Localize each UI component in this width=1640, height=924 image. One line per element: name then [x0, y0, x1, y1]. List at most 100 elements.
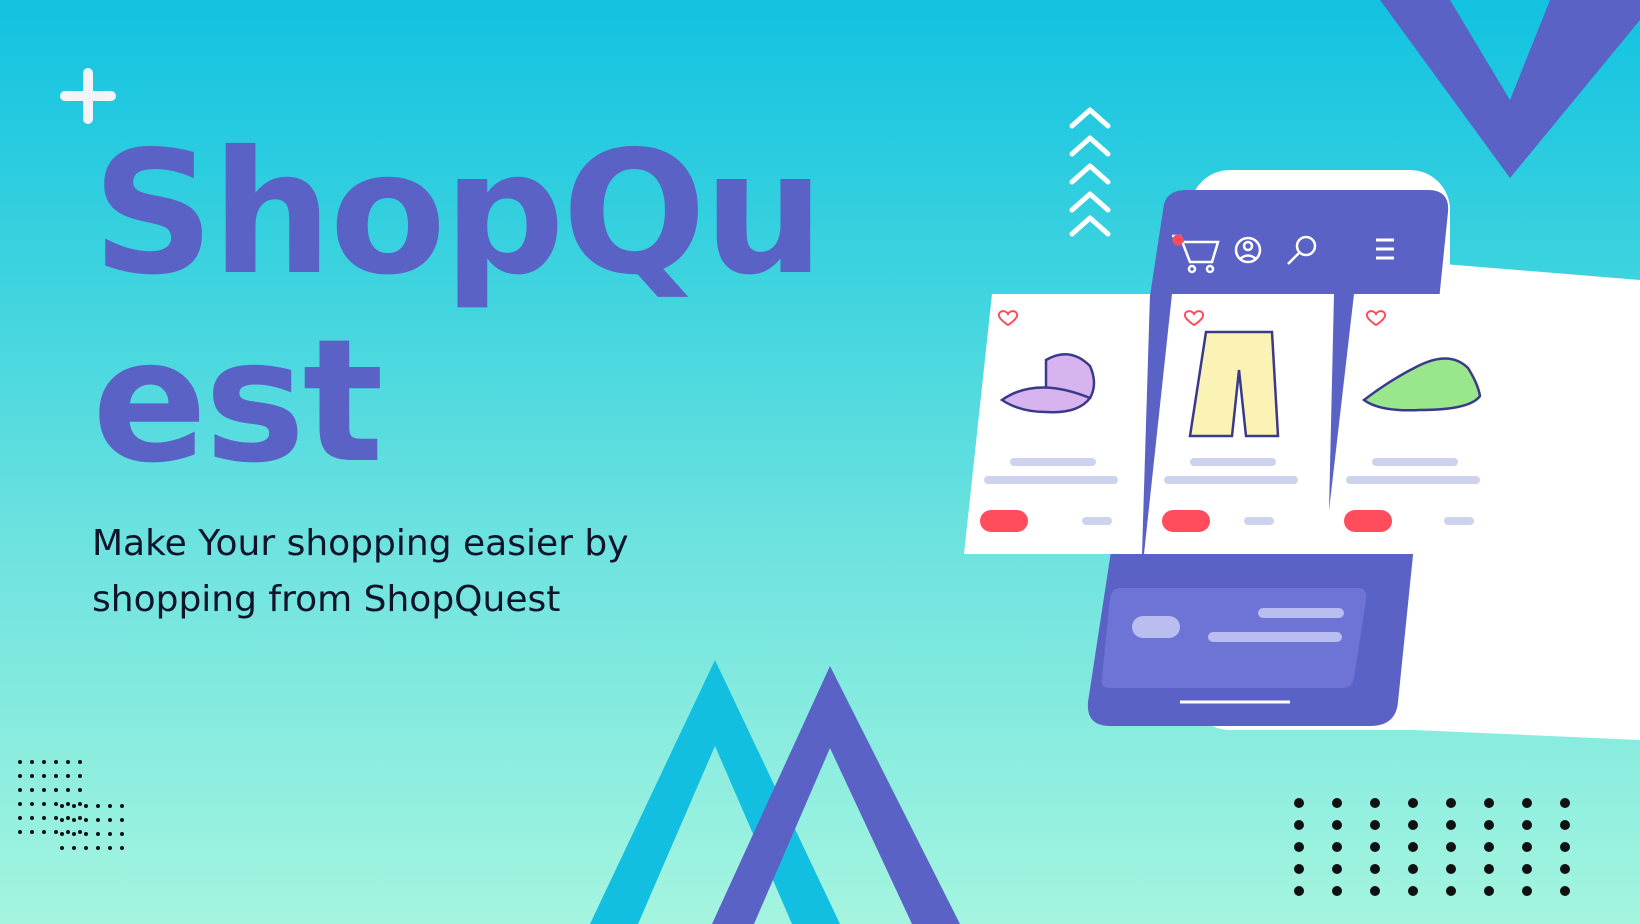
- dot: [120, 818, 124, 822]
- dot: [84, 846, 88, 850]
- dot: [1332, 820, 1342, 830]
- dot: [72, 832, 76, 836]
- dot-pattern-left-bottom: [60, 804, 124, 850]
- dot: [1294, 864, 1304, 874]
- dot: [1294, 820, 1304, 830]
- dot: [60, 804, 64, 808]
- dot: [1370, 842, 1380, 852]
- dot-pattern-right: [1294, 798, 1570, 896]
- dot: [30, 816, 34, 820]
- dot: [54, 788, 58, 792]
- dot: [1484, 864, 1494, 874]
- dot: [1332, 842, 1342, 852]
- dot: [42, 760, 46, 764]
- decorative-v-shape: [1380, 0, 1640, 178]
- product-card-sneaker[interactable]: [1324, 294, 1514, 554]
- dot: [42, 830, 46, 834]
- dot: [42, 774, 46, 778]
- dot: [1446, 886, 1456, 896]
- dot: [42, 802, 46, 806]
- dot: [1560, 842, 1570, 852]
- cart-badge: [1172, 234, 1184, 246]
- dot: [60, 846, 64, 850]
- dot: [1408, 886, 1418, 896]
- dot: [1294, 798, 1304, 808]
- dot: [1446, 798, 1456, 808]
- dot: [1408, 798, 1418, 808]
- dot: [66, 760, 70, 764]
- product-card-shorts[interactable]: [1144, 294, 1334, 554]
- dot: [18, 788, 22, 792]
- dot: [120, 846, 124, 850]
- dot: [78, 760, 82, 764]
- product-card-cap[interactable]: [964, 294, 1150, 554]
- dot: [1446, 820, 1456, 830]
- dot: [96, 832, 100, 836]
- dot: [1522, 820, 1532, 830]
- dot: [96, 804, 100, 808]
- dot: [1294, 886, 1304, 896]
- dot: [1370, 886, 1380, 896]
- dot: [78, 774, 82, 778]
- dot: [1332, 886, 1342, 896]
- dot: [1484, 798, 1494, 808]
- dot: [54, 802, 58, 806]
- dot: [30, 788, 34, 792]
- dot: [84, 818, 88, 822]
- dot: [72, 804, 76, 808]
- dot: [1332, 798, 1342, 808]
- dot: [1560, 886, 1570, 896]
- dot: [1560, 864, 1570, 874]
- dot: [1446, 864, 1456, 874]
- dot: [120, 832, 124, 836]
- dot: [1484, 886, 1494, 896]
- dot: [1370, 864, 1380, 874]
- dot: [1370, 820, 1380, 830]
- dot: [1332, 864, 1342, 874]
- dot: [108, 846, 112, 850]
- dot: [18, 816, 22, 820]
- dot: [30, 830, 34, 834]
- dot: [1370, 798, 1380, 808]
- dot: [18, 774, 22, 778]
- brand-title: ShopQu est: [92, 115, 825, 501]
- dot: [42, 816, 46, 820]
- dot: [18, 830, 22, 834]
- dot: [120, 804, 124, 808]
- dot: [1294, 842, 1304, 852]
- dot: [108, 804, 112, 808]
- dot: [54, 774, 58, 778]
- dot: [30, 802, 34, 806]
- dot: [1522, 842, 1532, 852]
- dot: [108, 832, 112, 836]
- dot: [84, 804, 88, 808]
- dot: [96, 818, 100, 822]
- dot: [1446, 842, 1456, 852]
- phone-illustration: [964, 170, 1640, 740]
- dot: [108, 818, 112, 822]
- dot: [1522, 886, 1532, 896]
- dot: [54, 760, 58, 764]
- dot: [1408, 864, 1418, 874]
- tagline: Make Your shopping easier by shopping fr…: [92, 523, 629, 620]
- dot: [66, 788, 70, 792]
- dot: [18, 760, 22, 764]
- decorative-mountains: [590, 660, 960, 924]
- dot: [66, 774, 70, 778]
- dot: [1560, 798, 1570, 808]
- dot: [72, 846, 76, 850]
- dot: [1484, 842, 1494, 852]
- dot: [30, 760, 34, 764]
- dot: [54, 830, 58, 834]
- dot: [78, 788, 82, 792]
- dot: [30, 774, 34, 778]
- dot: [18, 802, 22, 806]
- dot: [1522, 798, 1532, 808]
- dot: [96, 846, 100, 850]
- dot: [84, 832, 88, 836]
- dot: [1408, 842, 1418, 852]
- dot: [1484, 820, 1494, 830]
- dot: [42, 788, 46, 792]
- banner: ShopQu est Make Your shopping easier by …: [0, 0, 1640, 924]
- dot: [1522, 864, 1532, 874]
